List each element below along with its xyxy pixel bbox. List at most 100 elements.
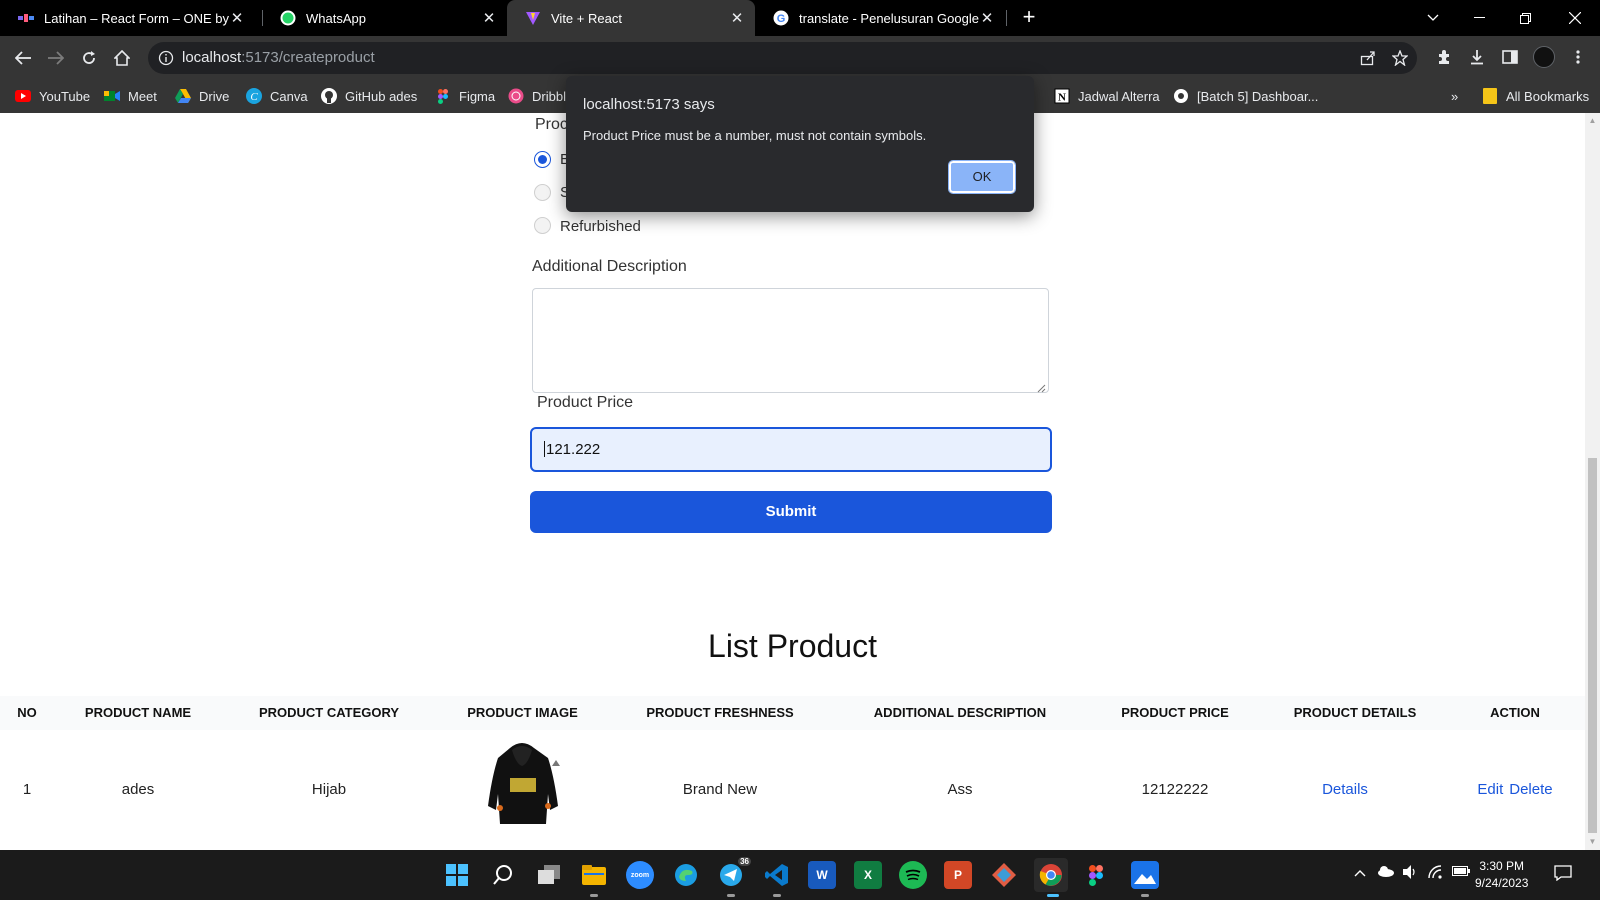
folder-icon bbox=[1482, 88, 1498, 104]
site-info-icon[interactable] bbox=[158, 50, 174, 71]
window-close-icon[interactable] bbox=[1552, 0, 1598, 36]
scroll-down-icon[interactable]: ▼ bbox=[1588, 837, 1597, 846]
chevron-double-right-icon: » bbox=[1451, 88, 1459, 104]
close-icon[interactable]: ✕ bbox=[481, 9, 497, 27]
cell-action: Edit Delete bbox=[1465, 730, 1565, 850]
tab-title: WhatsApp bbox=[306, 10, 366, 26]
bookmark-figma[interactable]: Figma bbox=[435, 86, 495, 106]
dialog-ok-button[interactable]: OK bbox=[948, 160, 1016, 194]
reload-icon[interactable] bbox=[75, 44, 103, 72]
file-explorer-icon[interactable] bbox=[580, 861, 608, 889]
bookmark-batch5-dashboard[interactable]: [Batch 5] Dashboar... bbox=[1173, 86, 1318, 106]
forward-arrow-icon[interactable] bbox=[42, 44, 70, 72]
address-bar[interactable]: localhost:5173/createproduct bbox=[148, 42, 1417, 74]
cell-product-price: 12122222 bbox=[1141, 781, 1209, 798]
radio-second-hand[interactable] bbox=[534, 184, 551, 201]
scroll-up-icon[interactable]: ▲ bbox=[1588, 116, 1597, 125]
share-icon[interactable] bbox=[1358, 48, 1378, 68]
side-panel-icon[interactable] bbox=[1498, 45, 1522, 69]
bookmark-github[interactable]: GitHub ades bbox=[321, 86, 417, 106]
additional-description-label: Additional Description bbox=[532, 258, 687, 275]
browser-toolbar: localhost:5173/createproduct bbox=[0, 36, 1600, 79]
bookmark-meet[interactable]: Meet bbox=[104, 86, 157, 106]
page-scrollbar[interactable]: ▲ ▼ bbox=[1585, 113, 1600, 850]
git-client-icon[interactable] bbox=[990, 861, 1018, 889]
notification-icon[interactable] bbox=[1554, 865, 1572, 884]
figma-app-icon[interactable] bbox=[1082, 861, 1110, 889]
word-icon[interactable]: W bbox=[808, 861, 836, 889]
submit-button[interactable]: Submit bbox=[530, 491, 1052, 533]
volume-icon[interactable] bbox=[1403, 865, 1419, 882]
excel-icon[interactable]: X bbox=[854, 861, 882, 889]
battery-icon[interactable] bbox=[1452, 865, 1470, 880]
google-icon: G bbox=[773, 10, 789, 26]
close-icon[interactable]: ✕ bbox=[229, 9, 245, 27]
details-link[interactable]: Details bbox=[1322, 781, 1368, 798]
cell-additional-description: Ass bbox=[947, 781, 973, 798]
home-icon[interactable] bbox=[108, 44, 136, 72]
new-tab-button[interactable]: + bbox=[1017, 6, 1041, 30]
product-price-input[interactable]: 121.222 bbox=[530, 427, 1052, 472]
cell-product-freshness: Brand New bbox=[682, 781, 758, 798]
zoom-icon[interactable]: zoom bbox=[626, 861, 654, 889]
radio-refurbished[interactable] bbox=[534, 217, 551, 234]
telegram-icon[interactable]: 36 bbox=[717, 857, 751, 889]
product-freshness-label: Proc bbox=[535, 116, 568, 133]
bookmark-canva[interactable]: C Canva bbox=[246, 86, 308, 106]
youtube-icon bbox=[15, 88, 31, 104]
download-icon[interactable] bbox=[1465, 45, 1489, 69]
minimize-icon[interactable] bbox=[1456, 0, 1502, 36]
spotify-icon[interactable] bbox=[899, 861, 927, 889]
windows-start-icon[interactable] bbox=[443, 861, 471, 889]
photos-icon[interactable] bbox=[1131, 861, 1159, 889]
resize-handle-icon[interactable] bbox=[1036, 380, 1046, 393]
edge-icon[interactable] bbox=[672, 861, 700, 889]
search-icon[interactable] bbox=[489, 861, 517, 889]
system-clock[interactable]: 3:30 PM 9/24/2023 bbox=[1475, 858, 1528, 892]
tab-latihan[interactable]: Latihan – React Form – ONE by / ✕ bbox=[0, 0, 255, 36]
menu-kebab-icon[interactable] bbox=[1566, 45, 1590, 69]
svg-text:G: G bbox=[777, 13, 786, 25]
bookmark-jadwal-alterra[interactable]: N Jadwal Alterra bbox=[1054, 86, 1160, 106]
url-text[interactable]: localhost:5173/createproduct bbox=[182, 49, 375, 66]
tab-google-translate[interactable]: G translate - Penelusuran Google ✕ bbox=[755, 0, 1005, 36]
additional-description-textarea[interactable] bbox=[532, 288, 1049, 393]
bookmark-star-icon[interactable] bbox=[1390, 48, 1410, 68]
running-indicator bbox=[727, 894, 735, 897]
chrome-icon[interactable] bbox=[1034, 858, 1068, 892]
close-icon[interactable]: ✕ bbox=[729, 9, 745, 27]
delete-link[interactable]: Delete bbox=[1509, 781, 1552, 798]
all-bookmarks-button[interactable]: All Bookmarks bbox=[1482, 86, 1589, 106]
tray-chevron-up-icon[interactable] bbox=[1354, 865, 1366, 880]
close-icon[interactable]: ✕ bbox=[979, 9, 995, 27]
radio-brand-new[interactable] bbox=[534, 151, 551, 168]
bookmark-youtube[interactable]: YouTube bbox=[15, 86, 90, 106]
vscode-icon[interactable] bbox=[763, 861, 791, 889]
restore-icon[interactable] bbox=[1502, 0, 1548, 36]
page-viewport: Proc B S Refurbished Additional Descript… bbox=[0, 113, 1585, 850]
notion-icon: N bbox=[1054, 88, 1070, 104]
bookmarks-overflow-button[interactable]: » bbox=[1451, 86, 1458, 106]
bookmark-label: Dribbl bbox=[532, 88, 566, 104]
network-icon[interactable] bbox=[1428, 865, 1444, 882]
dribbble-icon bbox=[508, 88, 524, 104]
tab-search-chevron-icon[interactable] bbox=[1410, 0, 1456, 36]
task-view-icon[interactable] bbox=[535, 861, 563, 889]
back-arrow-icon[interactable] bbox=[9, 44, 37, 72]
url-host: localhost bbox=[182, 49, 242, 66]
bookmark-label: Jadwal Alterra bbox=[1078, 88, 1160, 104]
tab-whatsapp[interactable]: WhatsApp ✕ bbox=[262, 0, 507, 36]
bookmark-dribbble[interactable]: Dribbl bbox=[508, 86, 566, 106]
bookmark-drive[interactable]: Drive bbox=[175, 86, 229, 106]
scrollbar-thumb[interactable] bbox=[1588, 458, 1597, 833]
tab-vite-react[interactable]: Vite + React ✕ bbox=[507, 0, 755, 36]
th-product-details: Product Details bbox=[1293, 705, 1417, 720]
product-hoodie-image bbox=[488, 743, 560, 824]
edit-link[interactable]: Edit bbox=[1477, 781, 1503, 798]
profile-avatar[interactable] bbox=[1533, 46, 1555, 68]
onedrive-cloud-icon[interactable] bbox=[1377, 865, 1395, 880]
product-price-label: Product Price bbox=[537, 394, 634, 411]
extensions-icon[interactable] bbox=[1432, 45, 1456, 69]
table-header: No Product Name Product Category Product… bbox=[0, 696, 1585, 730]
powerpoint-icon[interactable]: P bbox=[944, 861, 972, 889]
